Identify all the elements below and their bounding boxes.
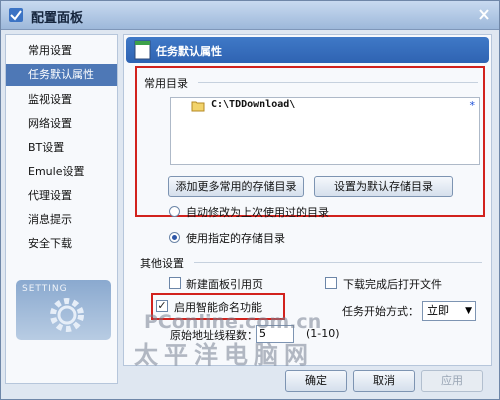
set-default-dir-button[interactable]: 设置为默认存储目录	[314, 176, 453, 197]
folder-icon	[191, 101, 205, 112]
task-start-select[interactable]: 立即 ▼	[422, 301, 476, 321]
sidebar-item-proxy[interactable]: 代理设置	[6, 185, 117, 207]
settings-sidebar: 常用设置 任务默认属性 监视设置 网络设置 BT设置 Emule设置 代理设置 …	[5, 34, 118, 384]
default-marker: *	[469, 99, 476, 112]
radio-auto-dir-label: 自动修改为上次使用过的目录	[186, 206, 329, 219]
sidebar-item-label: BT设置	[28, 141, 65, 154]
sidebar-item-label: 网络设置	[28, 117, 72, 130]
smart-naming-label: 启用智能命名功能	[174, 301, 262, 314]
sidebar-item-notify[interactable]: 消息提示	[6, 209, 117, 231]
gear-icon	[50, 298, 84, 332]
new-panel-ref-checkbox[interactable]	[169, 277, 181, 289]
smart-naming-checkbox[interactable]: ✓	[156, 300, 168, 312]
sidebar-item-label: 安全下载	[28, 237, 72, 250]
open-after-done-checkbox[interactable]	[325, 277, 337, 289]
directory-list[interactable]: C:\TDDownload\ *	[170, 97, 480, 165]
add-common-dir-button[interactable]: 添加更多常用的存储目录	[168, 176, 304, 197]
sidebar-item-network[interactable]: 网络设置	[6, 113, 117, 135]
sidebar-item-label: 任务默认属性	[28, 68, 94, 81]
new-panel-ref-label: 新建面板引用页	[186, 278, 263, 291]
common-dir-label: 常用目录	[144, 77, 188, 90]
sidebar-item-bt[interactable]: BT设置	[6, 137, 117, 159]
radio-auto-dir[interactable]	[169, 206, 180, 217]
divider	[194, 262, 482, 263]
title-bar: 配置面板	[1, 1, 499, 30]
sidebar-item-monitor[interactable]: 监视设置	[6, 89, 117, 111]
sidebar-item-label: 监视设置	[28, 93, 72, 106]
sidebar-item-common[interactable]: 常用设置	[6, 40, 117, 62]
sidebar-item-task-default[interactable]: 任务默认属性	[6, 64, 117, 86]
sidebar-item-emule[interactable]: Emule设置	[6, 161, 117, 183]
page-icon	[134, 40, 151, 60]
ok-button[interactable]: 确定	[285, 370, 347, 392]
other-settings-label: 其他设置	[140, 257, 184, 270]
radio-specified-dir-label: 使用指定的存储目录	[186, 232, 285, 245]
app-icon	[9, 8, 23, 22]
directory-path: C:\TDDownload\	[211, 99, 296, 110]
chevron-down-icon: ▼	[465, 306, 472, 316]
threads-value: 5	[259, 327, 266, 340]
task-start-value: 立即	[427, 304, 449, 317]
sidebar-item-label: 消息提示	[28, 213, 72, 226]
sidebar-item-label: 代理设置	[28, 189, 72, 202]
sidebar-item-label: 常用设置	[28, 44, 72, 57]
cancel-button[interactable]: 取消	[353, 370, 415, 392]
setting-illustration: SETTING	[16, 280, 111, 340]
divider	[198, 82, 478, 83]
threads-range: (1-10)	[306, 327, 340, 340]
panel-header: 任务默认属性	[126, 37, 489, 63]
task-start-label: 任务开始方式：	[342, 305, 419, 318]
sidebar-item-security[interactable]: 安全下载	[6, 233, 117, 255]
threads-stepper[interactable]: 5	[256, 325, 294, 343]
threads-label: 原始地址线程数：	[170, 329, 258, 342]
radio-specified-dir[interactable]	[169, 232, 180, 243]
sidebar-item-label: Emule设置	[28, 165, 85, 178]
apply-button[interactable]: 应用	[421, 370, 483, 392]
open-after-done-label: 下载完成后打开文件	[343, 278, 442, 291]
settings-panel: 任务默认属性 常用目录 C:\TDDownload\ * 添加更多常用的存储目录…	[123, 34, 492, 369]
window-title: 配置面板	[31, 11, 84, 26]
config-window: 配置面板 常用设置 任务默认属性 监视设置 网络设置 BT设置 Emule设置 …	[0, 0, 500, 400]
panel-title: 任务默认属性	[156, 45, 222, 58]
close-icon[interactable]	[475, 7, 493, 23]
